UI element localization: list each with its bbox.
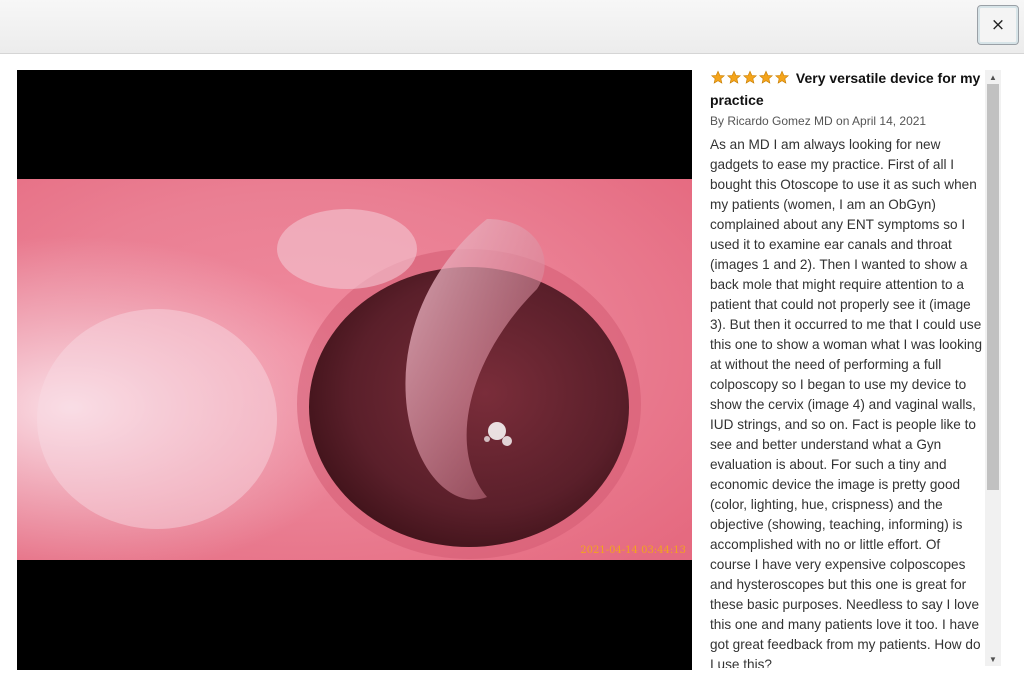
- cervix-image: [17, 179, 692, 560]
- review-scrollbar[interactable]: ▲ ▼: [985, 70, 1001, 666]
- review-body: As an MD I am always looking for new gad…: [710, 137, 983, 668]
- photo-timestamp: 2021-04-14 03:44:13: [580, 545, 686, 556]
- scroll-thumb[interactable]: [987, 84, 999, 490]
- dialog-header: ×: [0, 0, 1024, 54]
- otoscope-photo: 2021-04-14 03:44:13: [17, 179, 692, 560]
- star-rating: [710, 70, 790, 90]
- review-image-viewer: 2021-04-14 03:44:13: [17, 70, 692, 670]
- close-icon: ×: [990, 15, 1006, 35]
- star-icon: [774, 70, 790, 84]
- close-button[interactable]: ×: [977, 5, 1019, 45]
- review-byline: By Ricardo Gomez MD on April 14, 2021: [710, 114, 927, 128]
- scroll-up-arrow[interactable]: ▲: [985, 70, 1001, 84]
- star-icon: [726, 70, 742, 84]
- review-title-line: Very versatile device for my practice: [710, 68, 984, 110]
- scroll-down-arrow[interactable]: ▼: [985, 652, 1001, 666]
- review-panel: Very versatile device for my practice By…: [710, 68, 984, 668]
- star-icon: [742, 70, 758, 84]
- star-icon: [710, 70, 726, 84]
- star-icon: [758, 70, 774, 84]
